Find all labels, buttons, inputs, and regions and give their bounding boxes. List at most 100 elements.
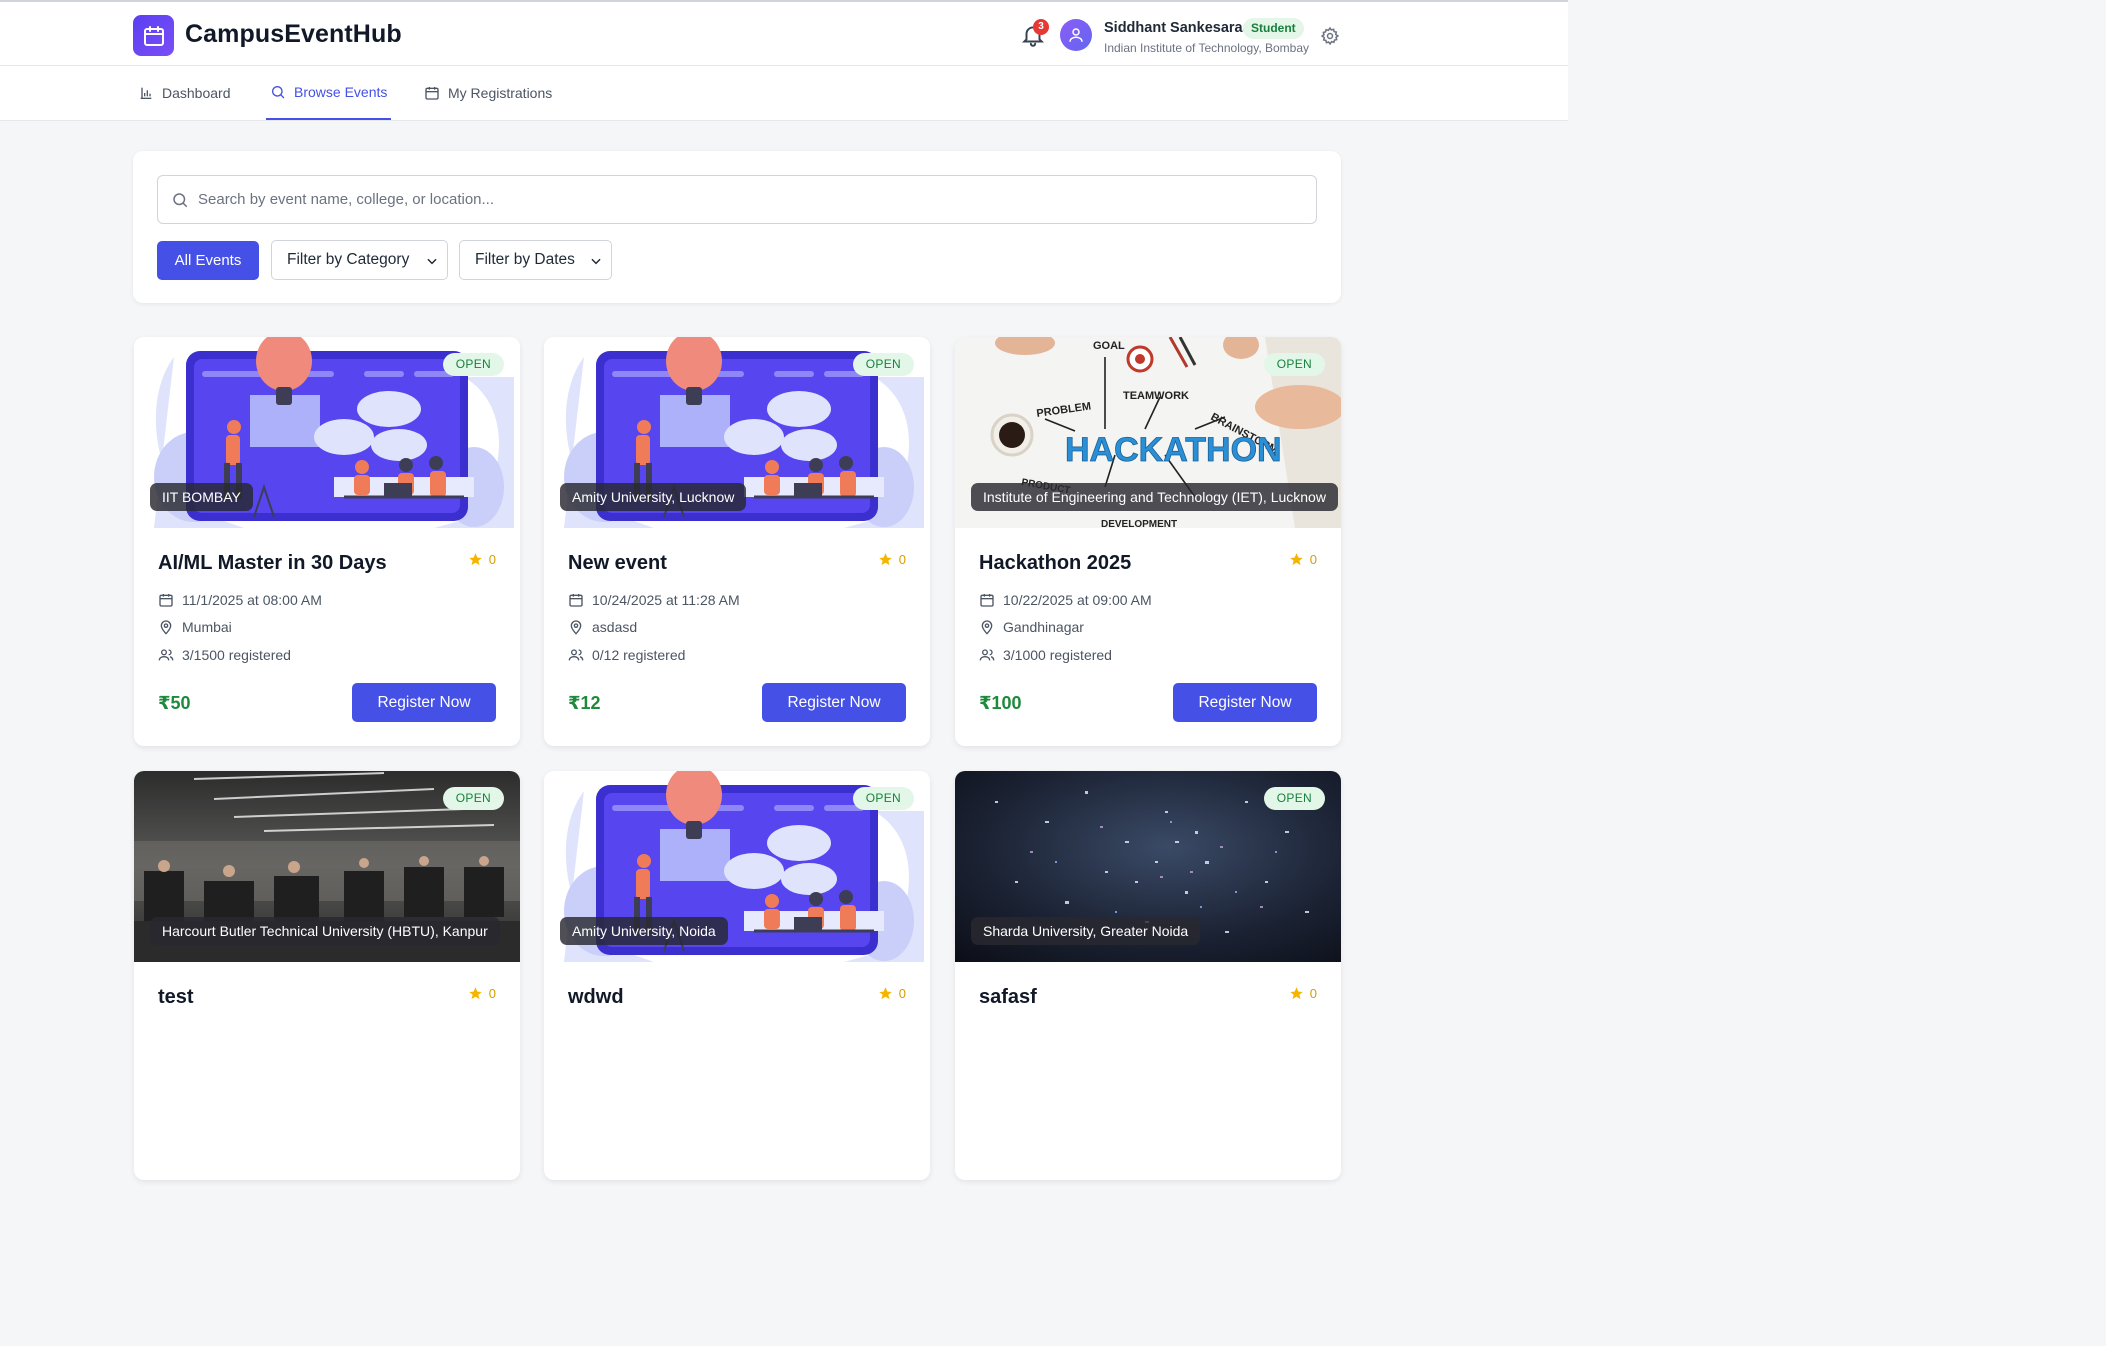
users-icon (158, 649, 174, 661)
rating: 0 (468, 552, 496, 567)
avatar[interactable] (1060, 19, 1092, 51)
event-location-text: asdasd (592, 619, 638, 635)
app-title[interactable]: CampusEventHub (185, 20, 402, 49)
chevron-down-icon (591, 258, 601, 265)
search-filter-panel: All Events Filter by Category Filter by … (133, 151, 1341, 303)
all-events-button[interactable]: All Events (157, 241, 259, 280)
rating: 0 (468, 986, 496, 1001)
tab-my-registrations-label: My Registrations (448, 85, 553, 101)
rating: 0 (878, 986, 906, 1001)
register-now-button[interactable]: Register Now (352, 683, 496, 722)
dates-filter-select[interactable]: Filter by Dates (459, 240, 612, 280)
event-datetime-text: 10/24/2025 at 11:28 AM (592, 592, 740, 608)
event-image: OPEN Harcourt Butler Technical Universit… (134, 771, 520, 962)
event-title: test (158, 986, 194, 1008)
status-badge: OPEN (442, 787, 504, 810)
dates-filter-label: Filter by Dates (475, 251, 575, 268)
tab-dashboard[interactable]: Dashboard (138, 66, 231, 120)
event-location: Mumbai (158, 619, 232, 635)
event-image: OPEN Amity University, Noida (544, 771, 930, 962)
event-registered: 3/1500 registered (158, 647, 291, 663)
event-card[interactable]: OPEN Harcourt Butler Technical Universit… (134, 771, 520, 1180)
star-icon (469, 987, 482, 1000)
college-badge: Institute of Engineering and Technology … (971, 483, 1338, 511)
nav-bar: Dashboard Browse Events My Registrations (0, 66, 1568, 121)
rating: 0 (1289, 552, 1317, 567)
search-icon (173, 193, 188, 208)
event-registered-text: 3/1500 registered (182, 647, 291, 663)
status-badge: OPEN (1263, 353, 1325, 376)
event-card[interactable]: OPEN Amity University, Noida wdwd 0 (544, 771, 930, 1180)
hackathon-text: HACKATHON (1065, 431, 1282, 469)
event-image: GOAL TEAMWORK PROBLEM BRAINSTORM HACKATH… (955, 337, 1341, 528)
search-input[interactable] (198, 176, 1298, 223)
user-name: Siddhant Sankesaraa (1104, 20, 1251, 36)
search-box[interactable] (157, 175, 1317, 224)
bar-chart-icon (140, 87, 152, 99)
college-badge: Sharda University, Greater Noida (971, 917, 1201, 945)
role-badge: Student (1243, 18, 1304, 39)
event-datetime-text: 10/22/2025 at 09:00 AM (1003, 592, 1152, 608)
event-datetime: 10/24/2025 at 11:28 AM (568, 592, 740, 608)
event-title: AI/ML Master in 30 Days (158, 552, 387, 574)
rating-value: 0 (488, 986, 496, 1001)
register-now-button[interactable]: Register Now (762, 683, 906, 722)
rating-value: 0 (488, 552, 496, 567)
rating-value: 0 (1309, 552, 1317, 567)
star-icon (879, 987, 892, 1000)
college-badge: Harcourt Butler Technical University (HB… (150, 917, 500, 945)
event-price: ₹50 (158, 693, 191, 713)
rating: 0 (1289, 986, 1317, 1001)
calendar-icon (425, 87, 439, 100)
event-title: New event (568, 552, 667, 574)
status-badge: OPEN (852, 353, 914, 376)
event-card[interactable]: GOAL TEAMWORK PROBLEM BRAINSTORM HACKATH… (955, 337, 1341, 746)
rating-value: 0 (898, 986, 906, 1001)
event-price: ₹100 (979, 693, 1022, 713)
event-registered: 3/1000 registered (979, 647, 1112, 663)
event-title: safasf (979, 986, 1037, 1008)
event-location-text: Gandhinagar (1003, 619, 1084, 635)
event-price: ₹12 (568, 693, 601, 713)
star-icon (1290, 553, 1303, 566)
location-pin-icon (981, 620, 993, 635)
tab-my-registrations[interactable]: My Registrations (424, 66, 552, 120)
tab-browse-events[interactable]: Browse Events (266, 66, 392, 120)
development-text: DEVELOPMENT (1101, 519, 1177, 528)
event-registered-text: 3/1000 registered (1003, 647, 1112, 663)
calendar-icon (980, 594, 994, 607)
top-header: CampusEventHub 3 Siddhant Sankesaraa Stu… (0, 0, 1568, 66)
users-icon (568, 649, 584, 661)
event-image: OPEN Amity University, Lucknow (544, 337, 930, 528)
register-now-button[interactable]: Register Now (1173, 683, 1317, 722)
logo-calendar-icon[interactable] (133, 15, 174, 56)
category-filter-select[interactable]: Filter by Category (271, 240, 448, 280)
teamwork-text: TEAMWORK (1123, 390, 1189, 402)
tab-browse-events-label: Browse Events (294, 84, 388, 100)
event-registered: 0/12 registered (568, 647, 685, 663)
star-icon (469, 553, 482, 566)
calendar-icon (569, 594, 583, 607)
event-image: OPEN Sharda University, Greater Noida (955, 771, 1341, 962)
gear-icon[interactable] (1320, 26, 1340, 46)
event-card[interactable]: OPEN Amity University, Lucknow New event… (544, 337, 930, 746)
event-datetime: 11/1/2025 at 08:00 AM (158, 592, 322, 608)
college-badge: Amity University, Lucknow (560, 483, 747, 511)
event-image: OPEN IIT BOMBAY (134, 337, 520, 528)
event-location: Gandhinagar (979, 619, 1084, 635)
search-icon (272, 86, 285, 99)
college-badge: IIT BOMBAY (150, 483, 253, 511)
star-icon (1290, 987, 1303, 1000)
location-pin-icon (160, 620, 172, 635)
rating-value: 0 (1309, 986, 1317, 1001)
event-datetime-text: 11/1/2025 at 08:00 AM (182, 592, 322, 608)
event-title: wdwd (568, 986, 624, 1008)
event-card[interactable]: OPEN IIT BOMBAY AI/ML Master in 30 Days … (134, 337, 520, 746)
event-location: asdasd (568, 619, 637, 635)
location-pin-icon (570, 620, 582, 635)
status-badge: OPEN (1263, 787, 1325, 810)
notification-count-badge: 3 (1033, 19, 1049, 35)
category-filter-label: Filter by Category (287, 251, 410, 268)
rating-value: 0 (898, 552, 906, 567)
event-card[interactable]: OPEN Sharda University, Greater Noida sa… (955, 771, 1341, 1180)
